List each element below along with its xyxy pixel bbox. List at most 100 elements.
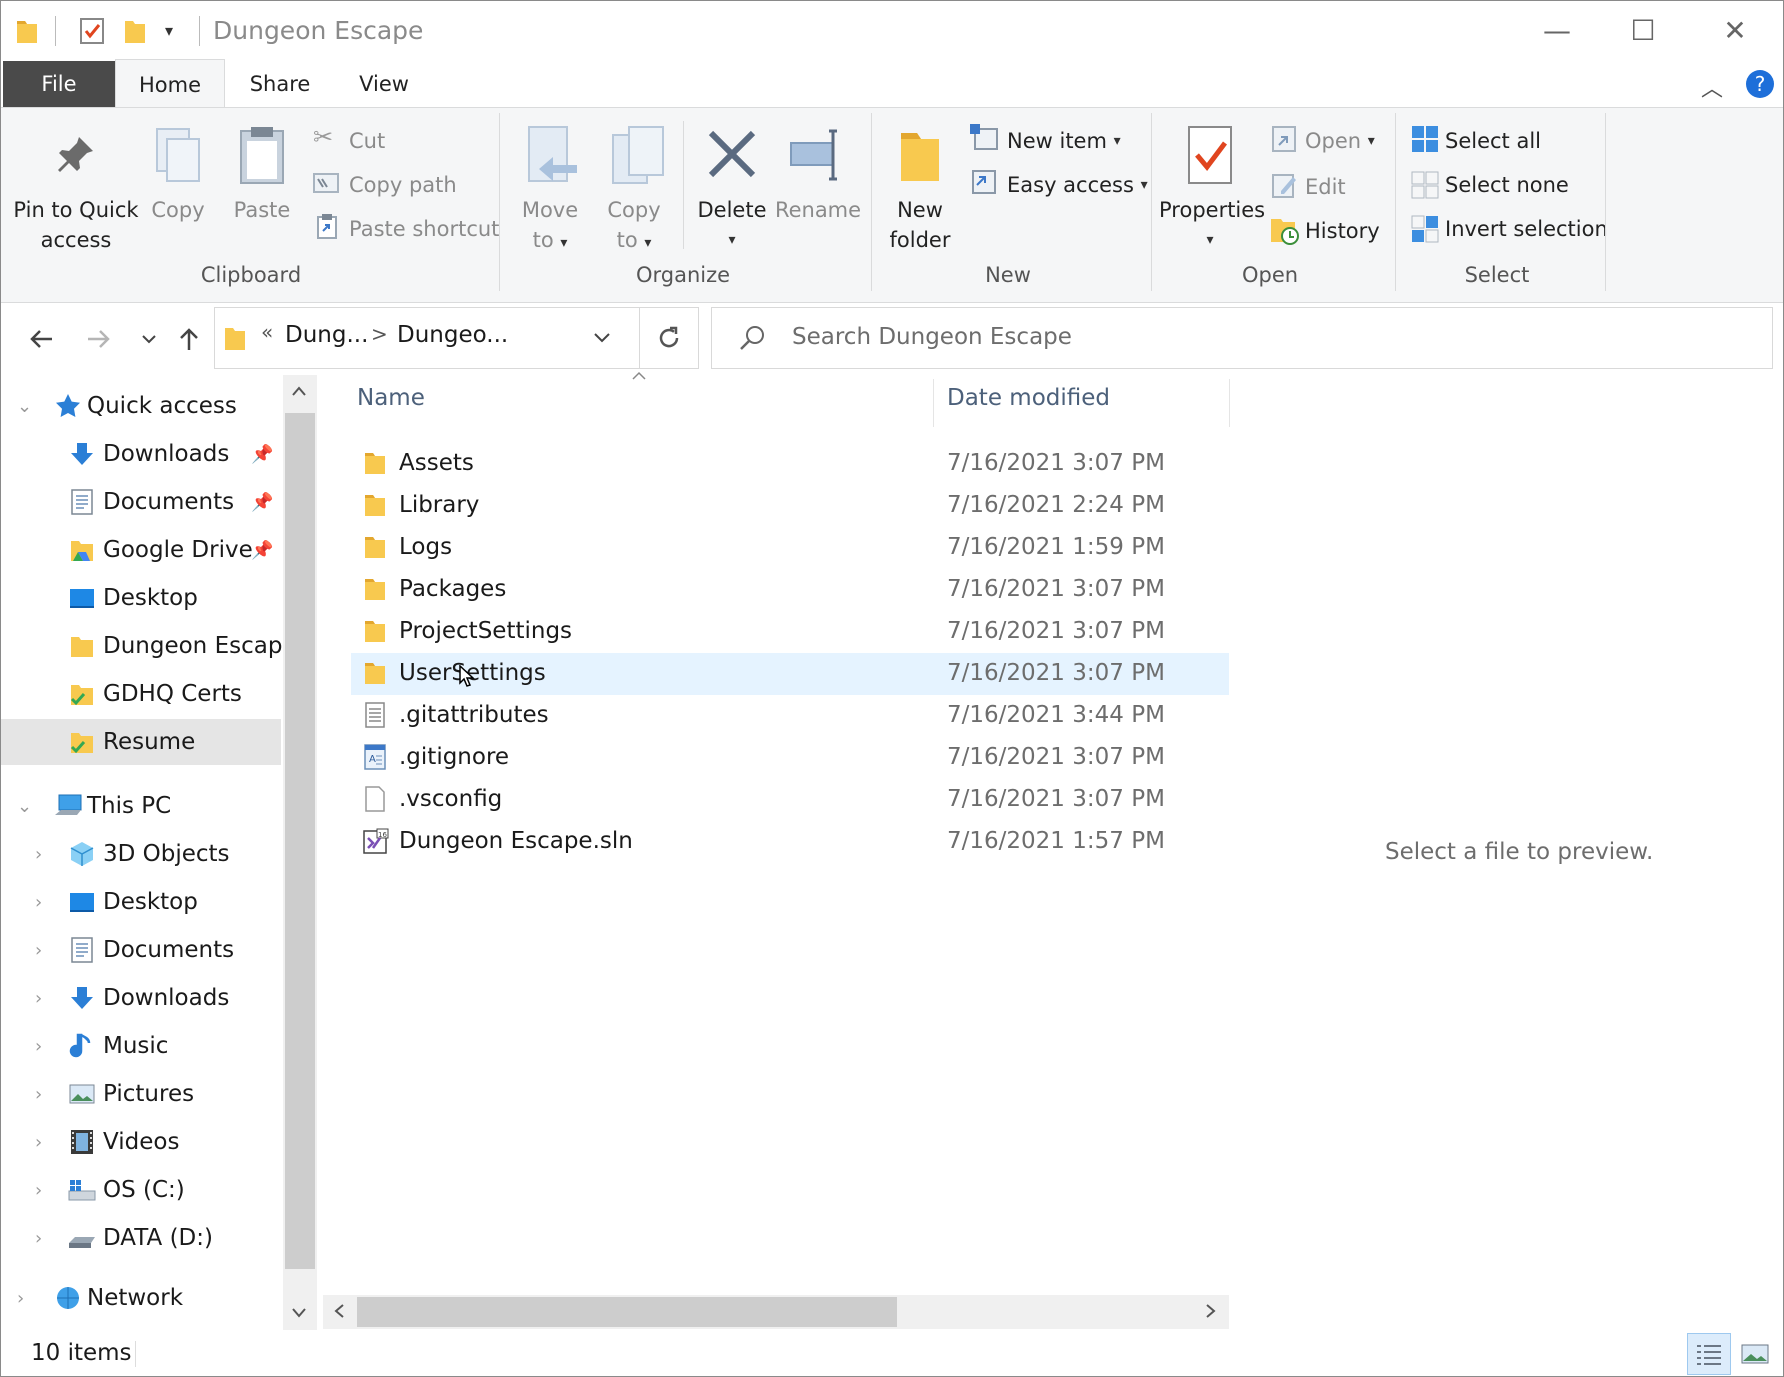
nav-item-resume[interactable]: Resume [1, 719, 281, 765]
file-row[interactable]: Library 7/16/2021 2:24 PM [351, 485, 1229, 527]
edit-button[interactable]: Edit [1305, 169, 1346, 205]
maximize-button[interactable]: ☐ [1597, 1, 1689, 59]
nav-item-music[interactable]: › Music [1, 1023, 281, 1069]
nav-item-downloads[interactable]: Downloads 📌 [1, 431, 281, 477]
expand-chevron-icon[interactable]: › [35, 988, 42, 1009]
properties-button[interactable]: Properties ▾ [1159, 195, 1265, 255]
address-history-chevron-icon[interactable] [593, 332, 611, 344]
nav-item-videos[interactable]: › Videos [1, 1119, 281, 1165]
nav-item-documents[interactable]: Documents 📌 [1, 479, 281, 525]
properties-quick-icon[interactable] [79, 17, 105, 45]
nav-this-pc[interactable]: ⌄ This PC [1, 783, 281, 829]
move-to-button[interactable]: Move to ▾ [509, 195, 591, 258]
pin-icon[interactable]: 📌 [251, 540, 273, 561]
cut-button[interactable]: Cut [349, 123, 385, 159]
file-row[interactable]: A .gitignore 7/16/2021 3:07 PM [351, 737, 1229, 779]
delete-button[interactable]: Delete ▾ [691, 195, 773, 255]
copy-to-button[interactable]: Copy to ▾ [593, 195, 675, 258]
paste-shortcut-button[interactable]: Paste shortcut [349, 211, 499, 247]
paste-button[interactable]: Paste [227, 195, 297, 225]
file-name[interactable]: Packages [399, 576, 506, 602]
minimize-button[interactable]: — [1511, 1, 1603, 59]
help-icon[interactable]: ? [1745, 69, 1775, 99]
recent-locations-button[interactable] [129, 317, 169, 361]
new-folder-quick-icon[interactable] [123, 17, 147, 45]
file-row[interactable]: UserSettings 7/16/2021 3:07 PM [351, 653, 1229, 695]
large-icons-view-button[interactable] [1733, 1333, 1777, 1375]
collapse-ribbon-icon[interactable]: ︿ [1701, 71, 1723, 103]
expand-chevron-icon[interactable]: › [35, 1036, 42, 1057]
scroll-up-arrow-icon[interactable] [291, 385, 307, 397]
expand-chevron-icon[interactable]: › [35, 1084, 42, 1105]
new-folder-button[interactable]: New folder [877, 195, 963, 255]
expand-chevron-icon[interactable]: › [35, 940, 42, 961]
column-separator[interactable] [933, 379, 934, 427]
scroll-right-arrow-icon[interactable] [1205, 1303, 1217, 1319]
file-name[interactable]: .gitignore [399, 744, 509, 770]
file-row[interactable]: Assets 7/16/2021 3:07 PM [351, 443, 1229, 485]
column-header-date-modified[interactable]: Date modified [947, 385, 1110, 411]
close-button[interactable]: ✕ [1689, 1, 1781, 59]
select-none-button[interactable]: Select none [1445, 167, 1569, 203]
nav-item-dungeon-escape[interactable]: Dungeon Escape [1, 623, 283, 669]
column-separator[interactable] [1229, 379, 1230, 427]
nav-item-gdhq-certs[interactable]: GDHQ Certs [1, 671, 281, 717]
expand-chevron-icon[interactable]: › [35, 844, 42, 865]
nav-quick-access[interactable]: ⌄ Quick access [1, 383, 281, 429]
nav-item-os-c[interactable]: › OS (C:) [1, 1167, 281, 1213]
history-button[interactable]: History [1305, 213, 1380, 249]
rename-button[interactable]: Rename [773, 195, 863, 225]
customize-qat-dropdown-icon[interactable]: ▾ [165, 21, 173, 40]
file-row[interactable]: Packages 7/16/2021 3:07 PM [351, 569, 1229, 611]
expand-chevron-icon[interactable]: › [35, 1132, 42, 1153]
file-name[interactable]: Logs [399, 534, 452, 560]
new-item-button[interactable]: New item ▾ [1007, 123, 1121, 159]
nav-item-desktop[interactable]: › Desktop [1, 879, 281, 925]
breadcrumb-item[interactable]: Dung... [285, 322, 368, 348]
horizontal-scrollbar-thumb[interactable] [357, 1297, 897, 1327]
file-name[interactable]: .vsconfig [399, 786, 502, 812]
pin-to-quick-access-button[interactable]: Pin to Quick access [9, 195, 143, 255]
file-name[interactable]: Assets [399, 450, 474, 476]
breadcrumb-separator[interactable]: > [371, 322, 388, 346]
scroll-down-arrow-icon[interactable] [291, 1307, 307, 1319]
column-header-name[interactable]: Name [357, 385, 425, 411]
file-name[interactable]: Library [399, 492, 479, 518]
nav-network[interactable]: › Network [1, 1275, 281, 1321]
nav-item-documents[interactable]: › Documents [1, 927, 281, 973]
file-row[interactable]: .vsconfig 7/16/2021 3:07 PM [351, 779, 1229, 821]
file-name[interactable]: .gitattributes [399, 702, 549, 728]
pin-icon[interactable]: 📌 [251, 444, 273, 465]
breadcrumb-item[interactable]: Dungeo... [397, 322, 508, 348]
expand-chevron-icon[interactable]: ⌄ [17, 796, 32, 817]
nav-item-pictures[interactable]: › Pictures [1, 1071, 281, 1117]
file-row[interactable]: ProjectSettings 7/16/2021 3:07 PM [351, 611, 1229, 653]
back-button[interactable] [21, 317, 61, 361]
nav-item-data-d[interactable]: › DATA (D:) [1, 1215, 281, 1261]
nav-item-google-drive[interactable]: Google Drive 📌 [1, 527, 281, 573]
file-row[interactable]: .gitattributes 7/16/2021 3:44 PM [351, 695, 1229, 737]
copy-button[interactable]: Copy [143, 195, 213, 225]
copy-path-button[interactable]: Copy path [349, 167, 457, 203]
select-all-button[interactable]: Select all [1445, 123, 1541, 159]
tab-share[interactable]: Share [237, 61, 323, 107]
refresh-button[interactable] [639, 307, 699, 369]
forward-button[interactable] [79, 317, 119, 361]
overflow-chevron[interactable]: « [261, 320, 273, 344]
easy-access-button[interactable]: Easy access ▾ [1007, 167, 1148, 203]
expand-chevron-icon[interactable]: › [35, 1228, 42, 1249]
nav-scrollbar-thumb[interactable] [285, 413, 315, 1269]
pin-icon[interactable]: 📌 [251, 492, 273, 513]
invert-selection-button[interactable]: Invert selection [1445, 211, 1608, 247]
expand-chevron-icon[interactable]: › [35, 1180, 42, 1201]
file-name[interactable]: ProjectSettings [399, 618, 572, 644]
search-input[interactable]: Search Dungeon Escape [792, 324, 1072, 350]
up-button[interactable] [169, 317, 209, 361]
open-button[interactable]: Open ▾ [1305, 123, 1375, 159]
nav-item-desktop[interactable]: Desktop [1, 575, 281, 621]
file-name[interactable]: Dungeon Escape.sln [399, 828, 633, 854]
tab-home[interactable]: Home [115, 59, 225, 109]
file-row[interactable]: 16 Dungeon Escape.sln 7/16/2021 1:57 PM [351, 821, 1229, 863]
details-view-button[interactable] [1687, 1333, 1731, 1375]
expand-chevron-icon[interactable]: ⌄ [17, 396, 32, 417]
